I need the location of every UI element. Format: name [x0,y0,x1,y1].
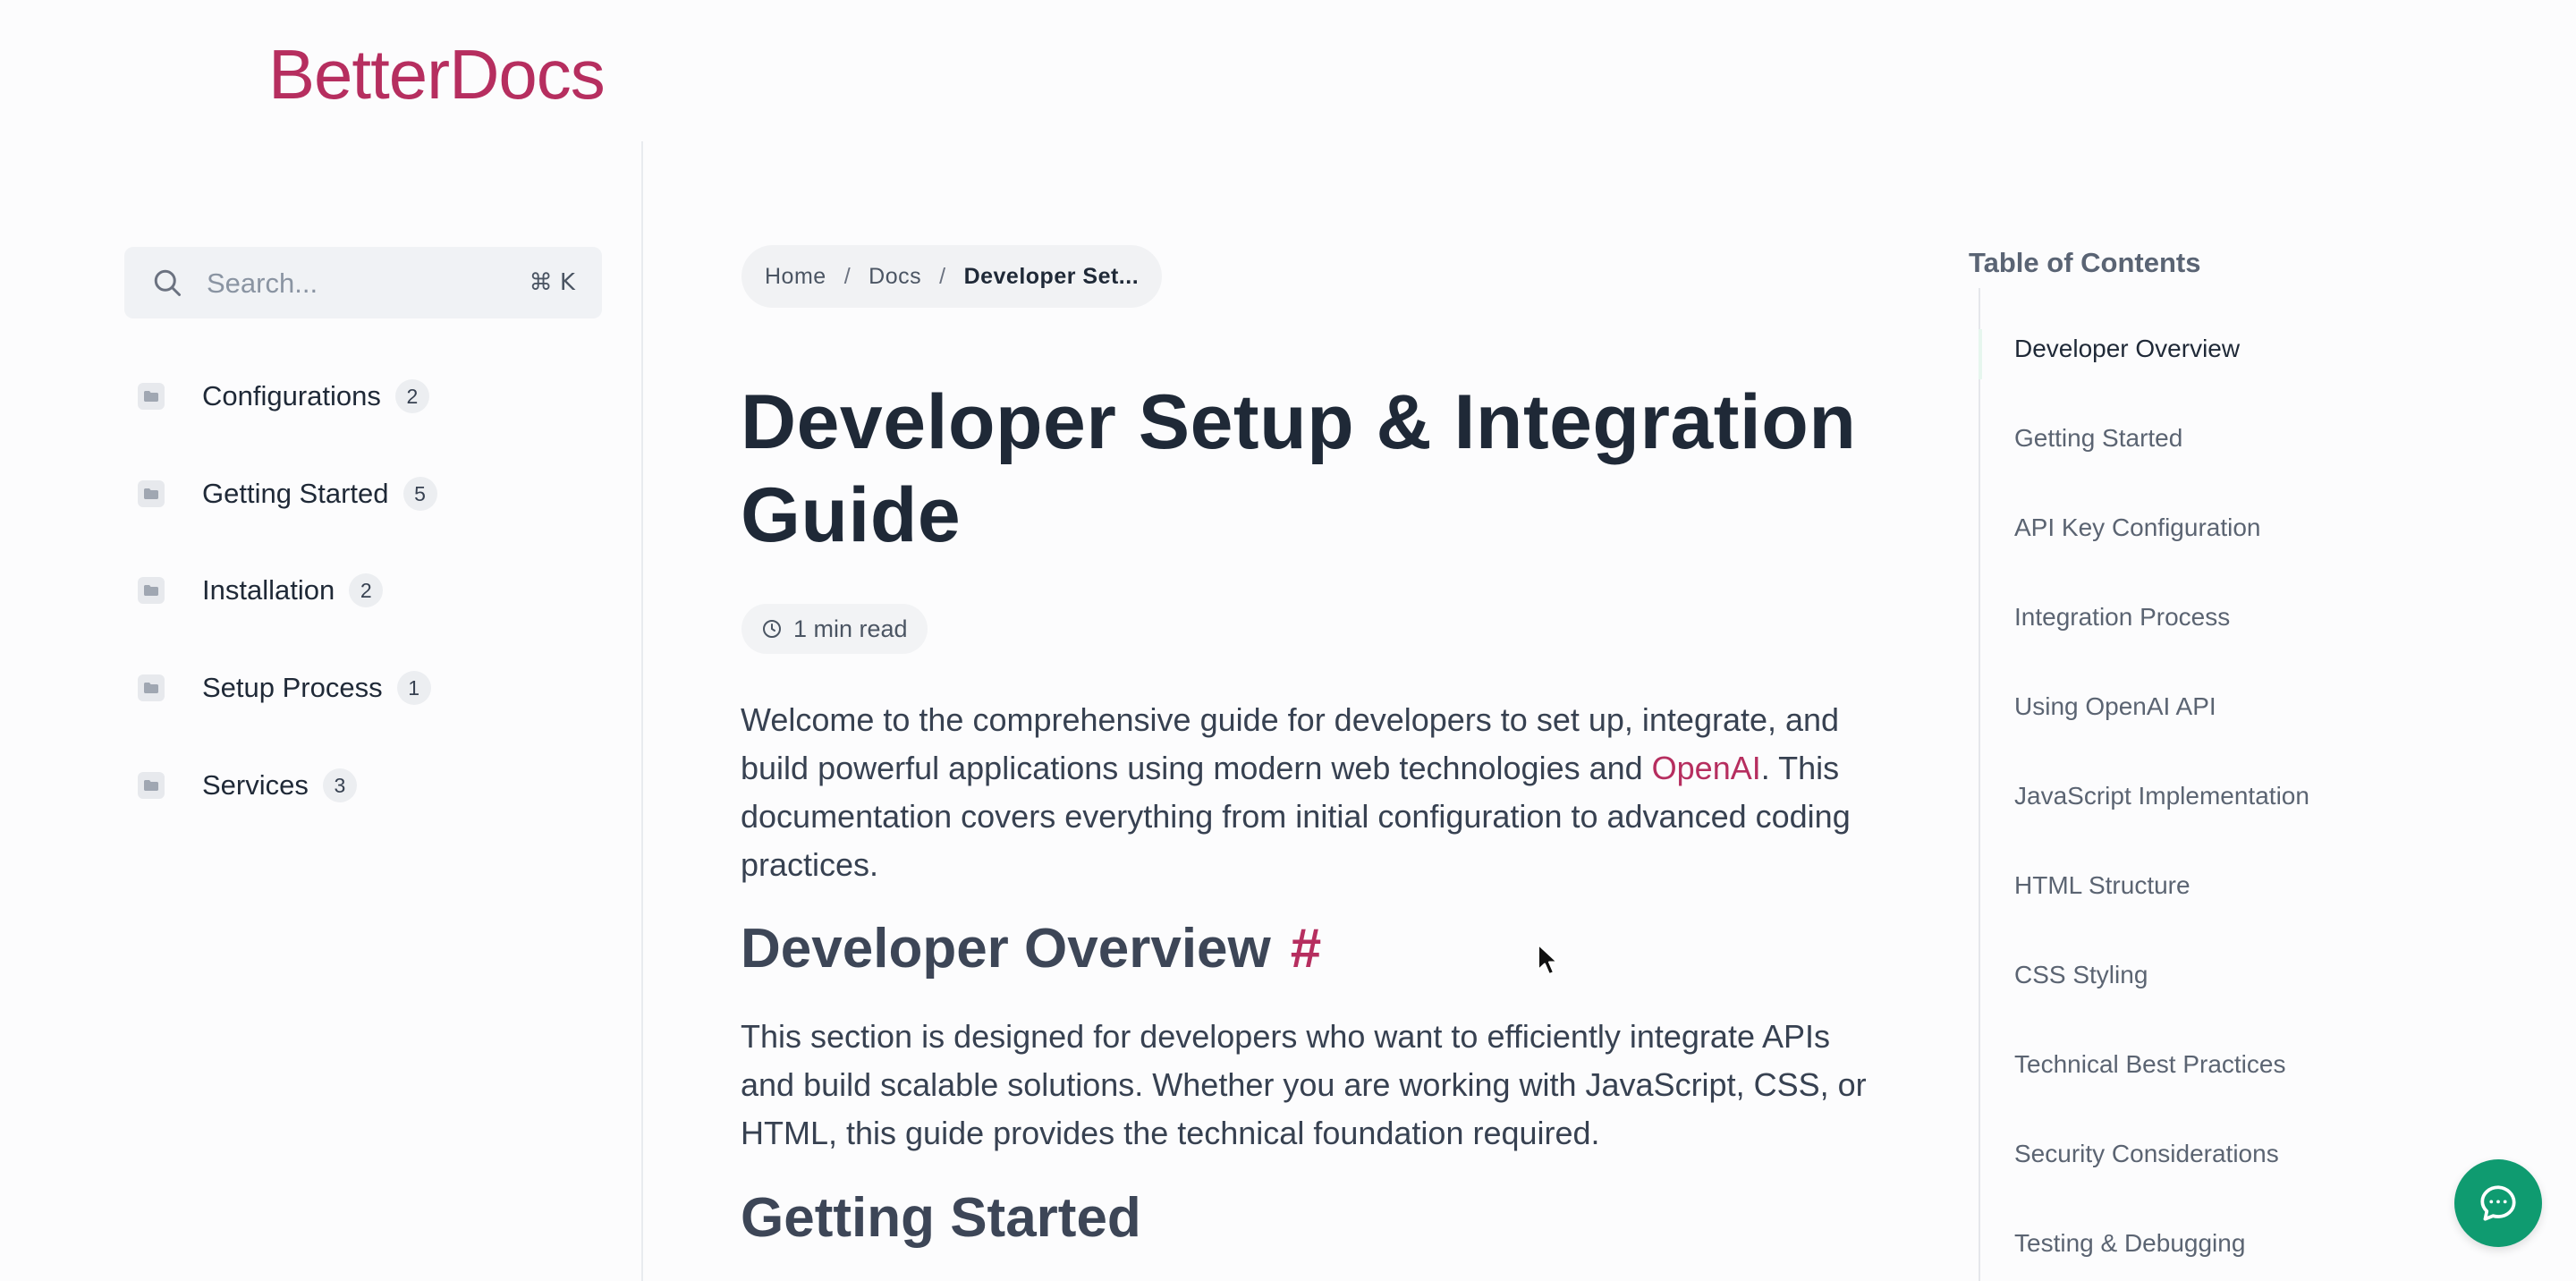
intro-paragraph: Welcome to the comprehensive guide for d… [741,696,1881,889]
toc-item-testing-debugging[interactable]: Testing & Debugging [2014,1226,2245,1261]
brand-logo[interactable]: BetterDocs [268,32,606,116]
section-paragraph: This section is designed for developers … [741,1018,1867,1151]
count-badge: 1 [396,671,431,705]
toc-item-developer-overview[interactable]: Developer Overview [2014,331,2240,367]
count-badge: 2 [394,379,429,413]
section-heading-getting-started: Getting Started [741,1187,1141,1249]
search-shortcut: ⌘ K [529,269,575,296]
folder-icon [138,772,165,799]
section-heading-developer-overview: Developer Overview # [741,915,1321,983]
read-time-label: 1 min read [793,615,908,642]
search-box[interactable]: ⌘ K [124,247,602,318]
toc-item-security-considerations[interactable]: Security Considerations [2014,1136,2279,1172]
sidebar-item-label: Setup Process [202,672,383,703]
toc-item-using-openai-api[interactable]: Using OpenAI API [2014,689,2216,725]
folder-icon [138,480,165,507]
chat-button[interactable] [2454,1159,2542,1247]
search-input[interactable] [205,259,504,308]
sidebar-item-label: Getting Started [202,478,389,509]
read-time-badge: 1 min read [741,604,928,654]
page-title: Developer Setup & Integration Guide [741,379,1857,558]
sidebar-divider [641,141,643,1281]
sidebar-item-label: Services [202,769,309,801]
count-badge: 5 [402,477,437,511]
breadcrumb-docs[interactable]: Docs [869,264,921,290]
toc-item-javascript-implementation[interactable]: JavaScript Implementation [2014,778,2309,814]
breadcrumb-home[interactable]: Home [765,264,826,290]
count-badge: 2 [349,573,384,607]
folder-icon [138,577,165,604]
breadcrumb-separator: / [843,263,852,289]
toc-item-integration-process[interactable]: Integration Process [2014,599,2230,635]
breadcrumb-current: Developer Set... [963,263,1140,289]
sidebar-item-setup-process[interactable]: Setup Process 1 [138,666,431,710]
search-icon [154,269,181,296]
folder-icon [138,674,165,701]
toc-item-html-structure[interactable]: HTML Structure [2014,868,2190,903]
sidebar-item-label: Configurations [202,380,381,411]
toc-item-css-styling[interactable]: CSS Styling [2014,957,2148,993]
sidebar-item-configurations[interactable]: Configurations 2 [138,374,429,419]
toc-active-indicator [1979,329,1982,379]
breadcrumb: Home / Docs / Developer Set... [741,245,1163,308]
sidebar-item-label: Installation [202,574,335,606]
toc-item-api-key-configuration[interactable]: API Key Configuration [2014,510,2261,546]
count-badge: 3 [322,768,357,802]
anchor-link[interactable]: # [1291,918,1321,980]
toc-rail [1979,288,1980,1281]
section-heading-text: Developer Overview [741,918,1271,980]
toc-title: Table of Contents [1969,247,2201,278]
chat-bubble-icon [2480,1185,2516,1221]
sidebar-item-getting-started[interactable]: Getting Started 5 [138,471,437,516]
breadcrumb-separator: / [939,263,946,289]
sidebar-item-services[interactable]: Services 3 [138,763,357,808]
mouse-cursor-icon [1538,944,1558,975]
openai-link[interactable]: OpenAI [1652,750,1761,786]
toc-item-getting-started[interactable]: Getting Started [2014,420,2182,456]
toc-item-technical-best-practices[interactable]: Technical Best Practices [2014,1047,2285,1082]
folder-icon [138,383,165,410]
clock-icon [763,620,781,638]
sidebar-item-installation[interactable]: Installation 2 [138,568,384,613]
